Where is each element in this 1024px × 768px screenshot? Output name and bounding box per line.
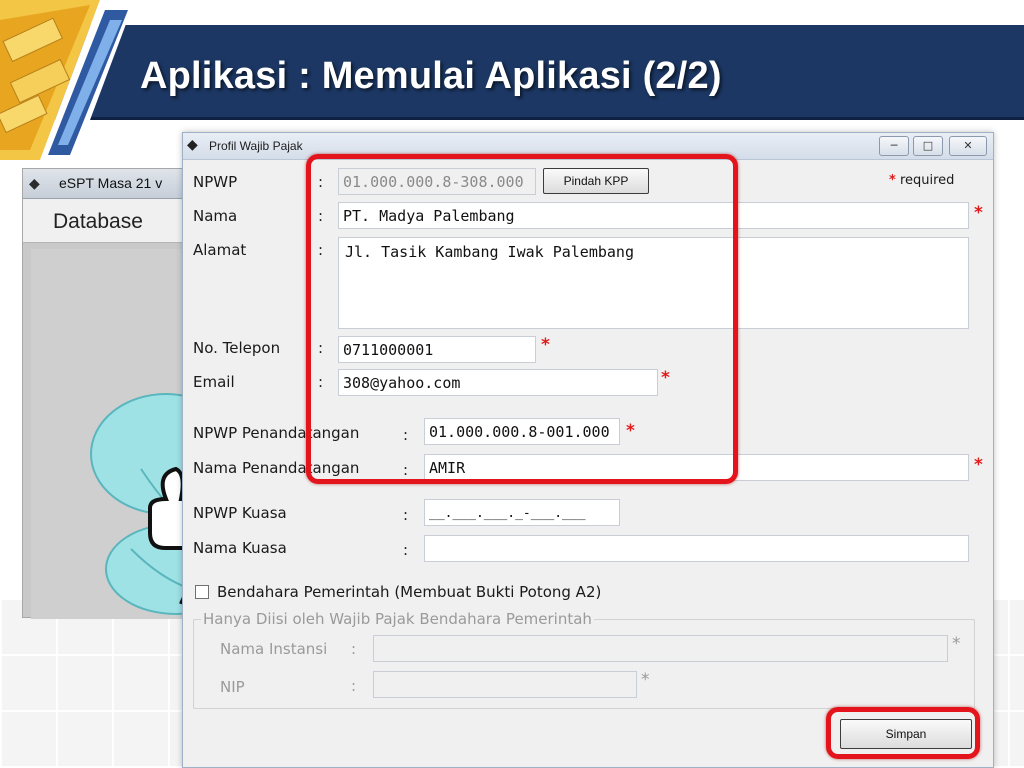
nama-kuasa-colon: : (403, 541, 409, 559)
npwp-kuasa-label: NPWP Kuasa (193, 504, 287, 522)
app-icon: ◆ (29, 176, 40, 192)
simpan-button[interactable]: Simpan (840, 719, 972, 749)
alamat-textarea[interactable]: Jl. Tasik Kambang Iwak Palembang (338, 237, 969, 329)
background-window-title: eSPT Masa 21 v (59, 175, 163, 191)
npwp-kuasa-field[interactable]: __.___.___._-___.___ (424, 499, 620, 526)
telepon-colon: : (318, 339, 324, 357)
maximize-button[interactable]: □ (913, 136, 943, 156)
nama-kuasa-label: Nama Kuasa (193, 539, 287, 557)
nama-instansi-field (373, 635, 948, 662)
npwp-kuasa-colon: : (403, 506, 409, 524)
bendahara-checkbox-label[interactable]: Bendahara Pemerintah (Membuat Bukti Poto… (217, 583, 601, 601)
nip-required-star: * (641, 670, 650, 690)
nama-instansi-colon: : (351, 640, 357, 658)
dialog-titlebar: ◆ Profil Wajib Pajak ─ □ ✕ (183, 133, 993, 160)
alamat-colon: : (318, 241, 324, 259)
nama-label: Nama (193, 207, 238, 225)
required-star: * (889, 173, 896, 188)
background-window-titlebar: ◆ eSPT Masa 21 v (23, 169, 196, 199)
nip-label: NIP (220, 678, 245, 696)
nama-penandatangan-label: Nama Penandatangan (193, 459, 360, 477)
bendahara-group-legend: Hanya Diisi oleh Wajib Pajak Bendahara P… (201, 610, 594, 628)
nama-penandatangan-field[interactable]: AMIR (424, 454, 969, 481)
nama-required-star: * (974, 203, 983, 223)
telepon-required-star: * (541, 335, 550, 355)
npwp-penandatangan-required-star: * (626, 421, 635, 441)
email-required-star: * (661, 368, 670, 388)
required-note-text: required (899, 173, 955, 188)
nama-instansi-label: Nama Instansi (220, 640, 328, 658)
slide-title: Aplikasi : Memulai Aplikasi (2/2) (140, 55, 722, 97)
nama-colon: : (318, 207, 324, 225)
close-button[interactable]: ✕ (949, 136, 987, 156)
telepon-field[interactable]: 0711000001 (338, 336, 536, 363)
background-window-menubar: Database (23, 199, 196, 243)
nama-penandatangan-colon: : (403, 461, 409, 479)
npwp-label: NPWP (193, 173, 238, 191)
bendahara-checkbox[interactable] (195, 585, 209, 599)
nip-field (373, 671, 637, 698)
mascot-graphic (90, 393, 191, 615)
background-app-window: ◆ eSPT Masa 21 v Database (22, 168, 197, 619)
npwp-penandatangan-field[interactable]: 01.000.000.8-001.000 (424, 418, 620, 445)
nama-instansi-required-star: * (952, 634, 961, 654)
npwp-penandatangan-label: NPWP Penandatangan (193, 424, 360, 442)
minimize-button[interactable]: ─ (879, 136, 909, 156)
corner-gold-graphic (0, 0, 135, 160)
email-label: Email (193, 373, 235, 391)
profil-wajib-pajak-dialog: ◆ Profil Wajib Pajak ─ □ ✕ * required NP… (182, 132, 994, 768)
email-colon: : (318, 373, 324, 391)
npwp-field: 01.000.000.8-308.000 (338, 168, 536, 195)
background-window-content (31, 249, 191, 619)
telepon-label: No. Telepon (193, 339, 281, 357)
alamat-label: Alamat (193, 241, 247, 259)
email-field[interactable]: 308@yahoo.com (338, 369, 658, 396)
nama-kuasa-field[interactable] (424, 535, 969, 562)
nip-colon: : (351, 677, 357, 695)
dialog-title: Profil Wajib Pajak (209, 139, 303, 153)
npwp-penandatangan-colon: : (403, 426, 409, 444)
npwp-colon: : (318, 173, 324, 191)
required-note: * required (889, 173, 954, 188)
pindah-kpp-button[interactable]: Pindah KPP (543, 168, 649, 194)
menu-item-database[interactable]: Database (53, 210, 143, 234)
app-icon: ◆ (187, 137, 198, 153)
nama-penandatangan-required-star: * (974, 455, 983, 475)
nama-field[interactable]: PT. Madya Palembang (338, 202, 969, 229)
